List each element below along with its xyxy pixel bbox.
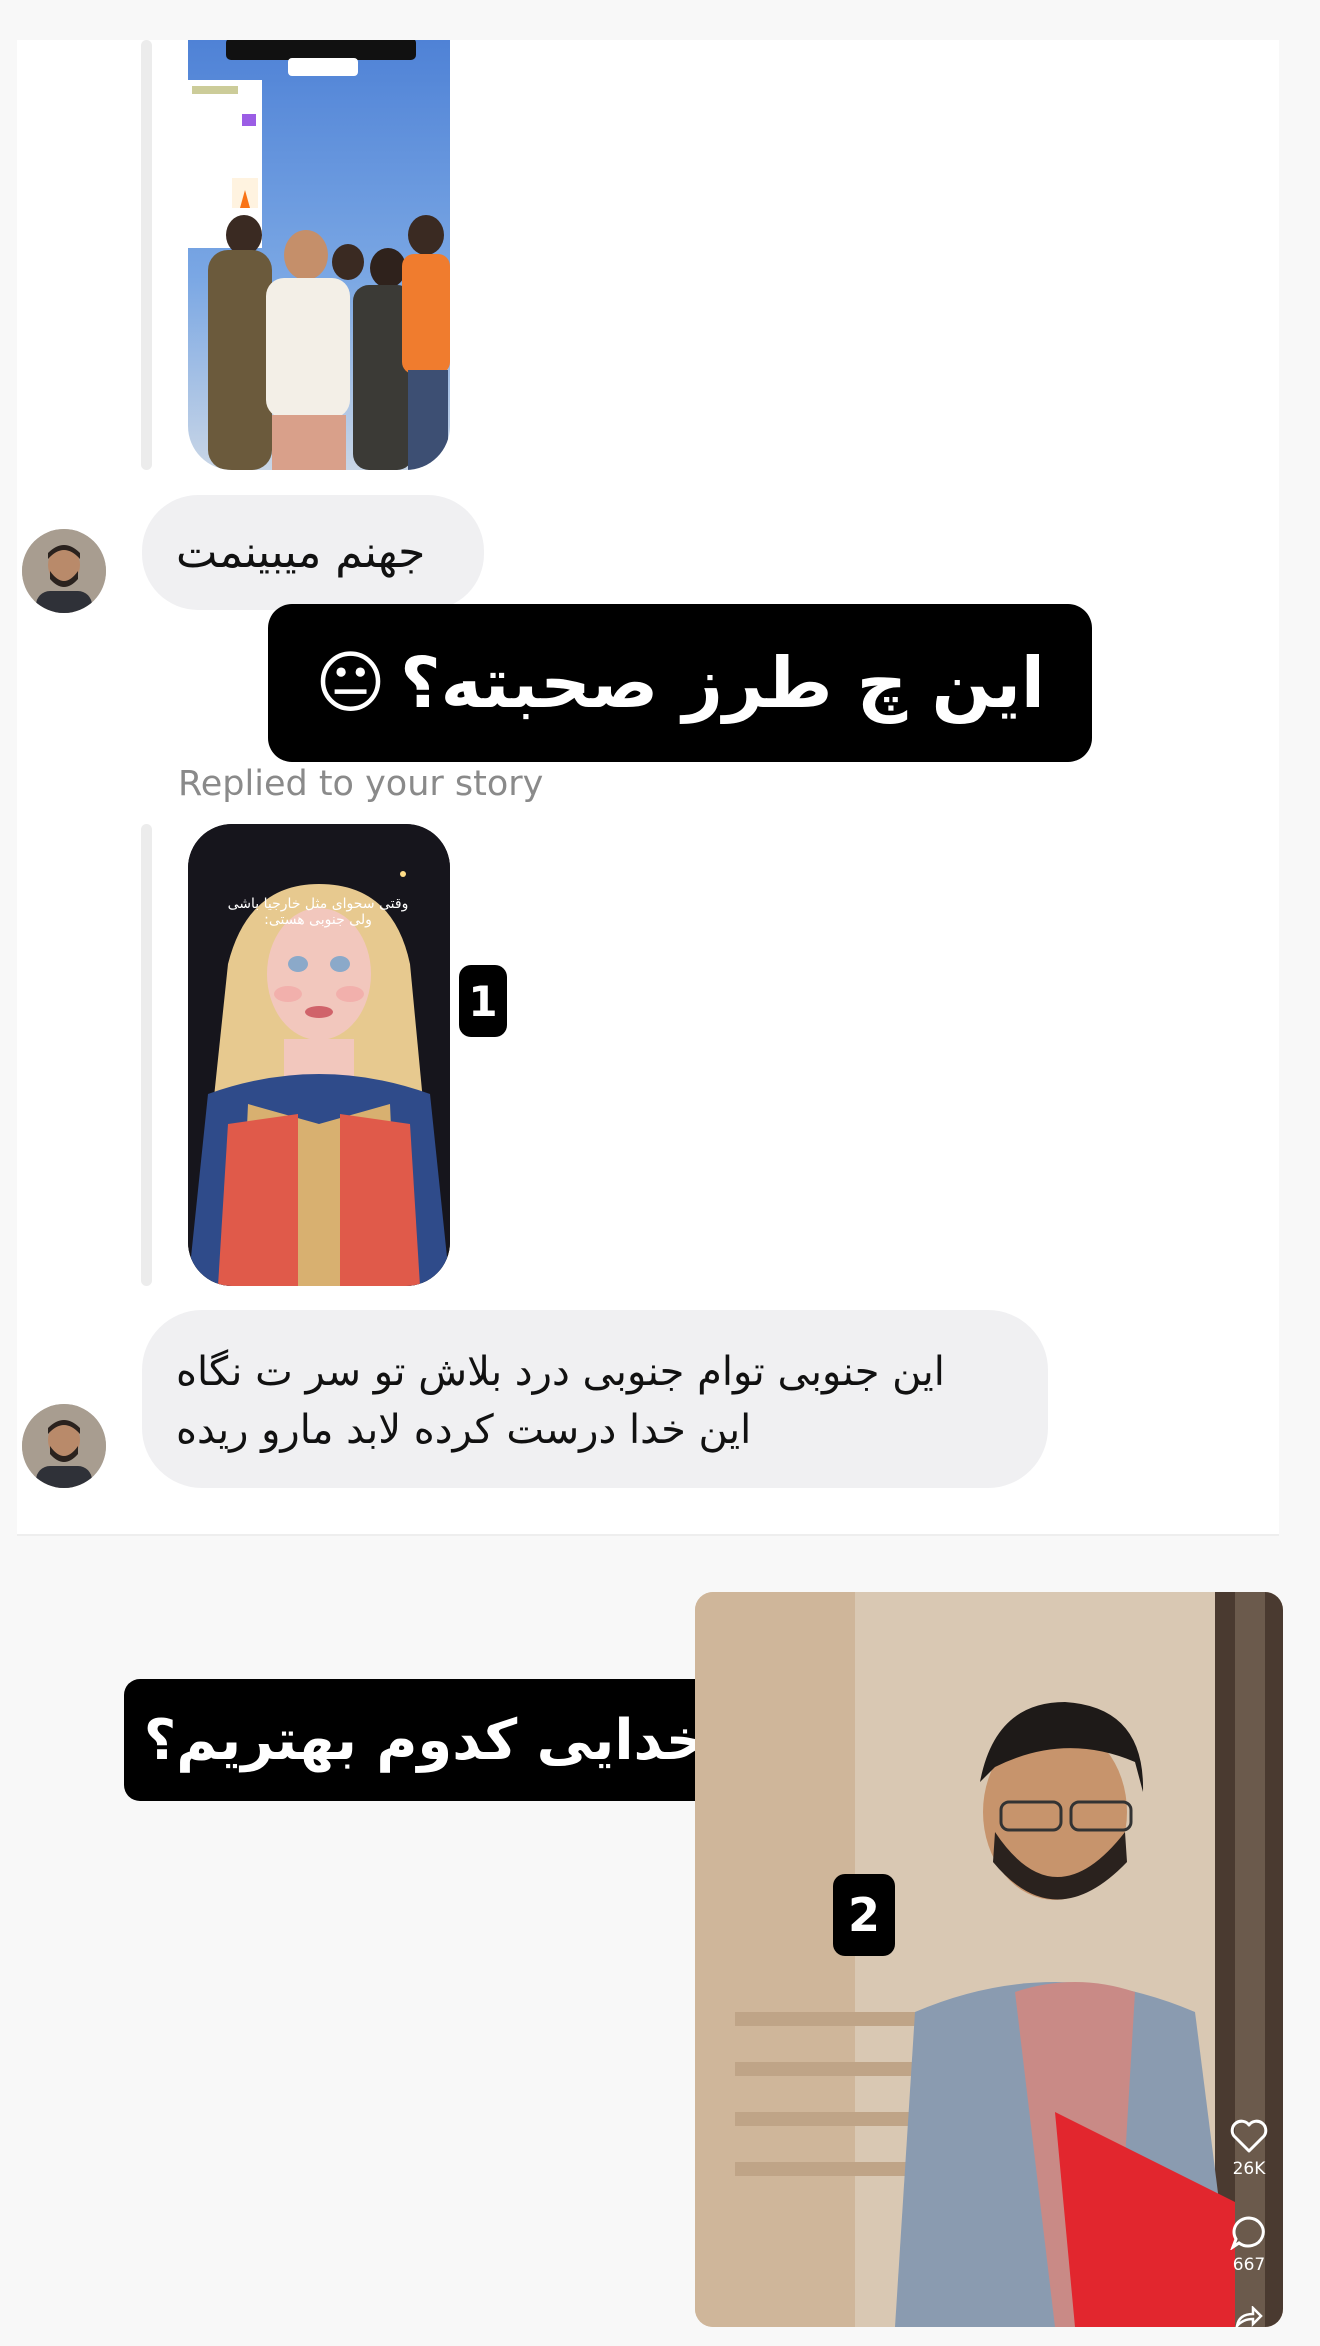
story-reply-bar — [141, 40, 152, 470]
story-caption: وقتی سحوای مثل خارجیا باشی ولی جنوبی هست… — [227, 896, 409, 928]
comment-button[interactable]: 667 — [1224, 2214, 1274, 2275]
sender-avatar[interactable] — [22, 529, 106, 613]
replied-to-story-label: Replied to your story — [178, 764, 544, 804]
video-thumbnail[interactable] — [695, 1592, 1283, 2327]
group-photo-illustration — [188, 40, 450, 470]
story-thumbnail-group-photo[interactable] — [188, 40, 450, 470]
message-text-line-1: این جنوبی توام جنوبی درد بلاش تو سر ت نگ… — [176, 1349, 945, 1395]
comment-icon — [1229, 2216, 1265, 2251]
message-text-line-2: این خدا درست کرده لابد مارو ریده — [176, 1407, 752, 1453]
number-badge: 2 — [833, 1874, 895, 1956]
heart-icon — [1230, 2119, 1268, 2153]
like-button[interactable]: 26K — [1224, 2118, 1274, 2179]
story-thumbnail-selfie[interactable]: وقتی سحوای مثل خارجیا باشی ولی جنوبی هست… — [188, 824, 450, 1286]
video-caption-overlay: خدایی کدوم بهتریم؟ — [124, 1679, 726, 1801]
video-caption-overlay: این چ طرز صحبته؟ 😐 — [268, 604, 1092, 762]
neutral-face-icon: 😐 — [315, 643, 386, 723]
selfie-illustration — [188, 824, 450, 1286]
message-bubble[interactable]: این جنوبی توام جنوبی درد بلاش تو سر ت نگ… — [142, 1310, 1048, 1488]
share-icon — [1235, 2304, 1263, 2331]
caption-text: خدایی کدوم بهتریم؟ — [143, 1707, 707, 1773]
comment-count: 667 — [1232, 2255, 1266, 2275]
like-count: 26K — [1232, 2159, 1266, 2179]
avatar-image — [22, 529, 106, 613]
message-text: جهنم میبینمت — [176, 527, 426, 578]
share-button[interactable] — [1228, 2304, 1268, 2333]
video-frame-illustration — [695, 1592, 1283, 2327]
story-reply-bar — [141, 824, 152, 1286]
avatar-image — [22, 1404, 106, 1488]
message-bubble[interactable]: جهنم میبینمت — [142, 495, 484, 610]
number-badge: 1 — [459, 965, 507, 1037]
sender-avatar[interactable] — [22, 1404, 106, 1488]
caption-text: این چ طرز صحبته؟ — [400, 642, 1045, 724]
